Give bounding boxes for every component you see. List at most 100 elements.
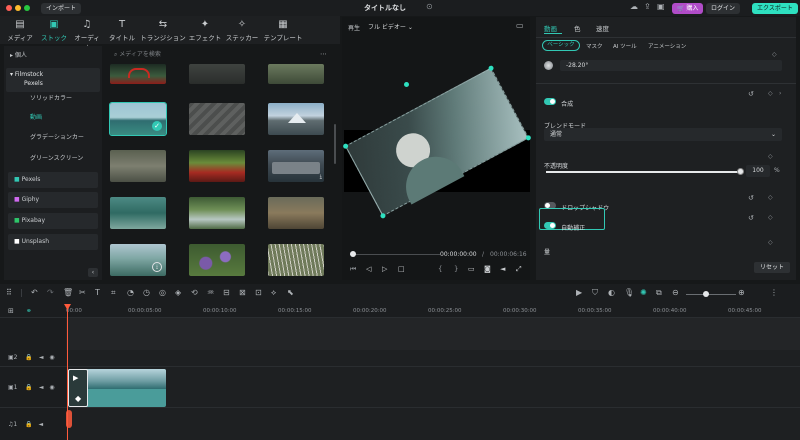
eye-icon[interactable]: ◉ [49,354,54,361]
tab-sticker[interactable]: ✧ ステッカー [225,18,259,42]
motion-icon[interactable]: ⟲ [191,288,198,297]
reset-button[interactable]: リセット [754,262,790,273]
keyframe-icon[interactable]: ◇ [768,239,773,246]
lock-icon[interactable]: 🔒 [25,354,32,361]
stock-thumb[interactable] [189,64,245,84]
download-icon[interactable]: ⤓ [152,262,162,272]
volume-icon[interactable]: ◄ [500,265,505,273]
monitor-icon[interactable]: ▭ [468,265,475,273]
audio-marker[interactable] [66,410,72,428]
zoom-slider-track[interactable] [686,294,736,295]
stock-thumb[interactable]: ⤓ [268,150,324,182]
auto-correct-toggle[interactable] [544,222,556,229]
snap-icon[interactable]: ⊡ [255,288,262,297]
speaker-icon[interactable]: ◄ [39,354,44,361]
stock-thumb-selected[interactable]: ✓ [109,102,167,136]
ai-icon[interactable]: ✺ [640,288,647,297]
sidebar-item-pexels[interactable]: ■ Pexels [8,172,98,188]
step-back-icon[interactable]: ◁ [366,265,371,273]
tab-template[interactable]: ▦ テンプレート [262,18,304,42]
upload-icon[interactable]: ⇪ [644,2,651,11]
resize-handle[interactable] [487,64,495,72]
select-icon[interactable]: ⬉ [287,288,294,297]
fullscreen-icon[interactable]: ⤢ [516,265,522,274]
timer-icon[interactable]: ◷ [143,288,150,297]
video-clip[interactable]: ▶ ◆ [68,369,166,407]
speed-icon[interactable]: ◔ [127,288,134,297]
split-icon[interactable]: ✂ [79,288,86,297]
stock-thumb[interactable] [110,150,166,182]
progress-knob[interactable] [350,251,356,257]
stock-thumb[interactable] [268,244,324,276]
marker-icon[interactable]: ⟡ [271,288,276,298]
rotate-handle[interactable] [404,82,409,87]
zoom-slider-knob[interactable] [703,291,709,297]
sidebar-item-giphy[interactable]: ■ Giphy [8,192,98,208]
import-button[interactable]: インポート [41,3,82,14]
transformed-clip[interactable] [342,64,532,220]
ripple-icon[interactable]: ◎ [159,288,166,297]
prev-frame-icon[interactable]: ⏮ [350,265,356,274]
layers-icon[interactable]: ⧉ [656,288,662,298]
speaker-icon[interactable]: ◄ [39,384,44,391]
speaker-icon[interactable]: ◄ [39,421,44,428]
composite-toggle[interactable] [544,98,556,105]
sidebar-personal[interactable]: ▸ 個人 [10,50,27,59]
minimize-window-icon[interactable] [15,5,21,11]
reset-icon[interactable]: ↺ [748,214,754,222]
close-window-icon[interactable] [6,5,12,11]
subtab-ai-tools[interactable]: AI ツール [613,42,637,50]
text-icon[interactable]: T [95,288,100,297]
lock-icon[interactable]: 🔒 [25,384,32,391]
tab-speed[interactable]: 速度 [596,23,609,33]
tab-media[interactable]: ▤ メディア [6,18,34,42]
chevron-right-icon[interactable]: › [779,90,781,97]
mic-icon[interactable]: 🎙 [624,288,634,297]
export-button[interactable]: エクスポート [752,3,798,14]
opacity-slider-knob[interactable] [737,168,744,175]
fit-icon[interactable]: ⊟ [223,288,230,297]
mask-icon[interactable]: ◈ [175,288,181,297]
eye-icon[interactable]: ◉ [49,384,54,391]
maximize-window-icon[interactable] [24,5,30,11]
play-icon[interactable]: ▷ [382,265,387,273]
tab-video[interactable]: 動画 [544,23,557,33]
snapshot-icon[interactable]: ▭ [516,21,524,30]
reset-icon[interactable]: ↺ [748,90,754,98]
keyframe-icon[interactable]: ◇ [768,194,773,201]
zoom-out-icon[interactable]: ⊖ [672,288,679,297]
more-options-icon[interactable]: ⋯ [320,50,327,58]
stock-thumb[interactable] [268,197,324,229]
crop-icon[interactable]: ⌗ [111,288,116,298]
progress-track[interactable] [350,254,440,255]
search-bar[interactable]: ⌕ メディアを検索 [104,48,334,62]
tab-audio[interactable]: ♫オーディオ [72,18,102,52]
download-icon[interactable]: ⤓ [320,174,322,180]
gift-icon[interactable]: ▣ [657,2,665,11]
camera-icon[interactable]: ◙ [484,265,491,273]
sidebar-item-pixabay[interactable]: ■ Pixabay [8,213,98,229]
voiceover-icon[interactable]: ◐ [608,288,615,297]
add-track-icon[interactable]: ⊞ [8,307,14,315]
sidebar-item-filmstock[interactable]: ▾ Filmstock Pexels [6,68,100,92]
diamond-icon[interactable]: ◇ [772,51,777,58]
stock-thumb[interactable] [268,103,324,135]
grid-icon[interactable]: ⠿ [6,288,12,297]
shield-icon[interactable]: ⛉ [592,288,598,298]
stock-thumb[interactable] [268,64,324,84]
clip-head-frame[interactable]: ▶ ◆ [68,369,88,407]
login-button[interactable]: ログイン [706,3,741,14]
tab-transition[interactable]: ⇆ トランジション [140,18,186,42]
collapse-sidebar-icon[interactable]: ‹ [88,268,98,277]
tab-stock[interactable]: ▣ ストック [39,18,69,42]
opacity-value-field[interactable]: 100 [746,165,770,177]
delete-icon[interactable]: 🗑 [63,288,73,297]
tab-effect[interactable]: ✦ エフェクト [188,18,222,42]
cloud-icon[interactable]: ☁ [630,2,638,11]
lock-icon[interactable]: 🔒 [25,421,32,428]
stop-icon[interactable]: □ [398,265,405,273]
link-icon[interactable]: ⚭ [26,307,32,315]
keyframe-icon[interactable]: ◇ [768,90,773,97]
sidebar-item-solid-color[interactable]: ソリッドカラー [10,91,102,107]
render-icon[interactable]: ▶ [576,288,582,297]
